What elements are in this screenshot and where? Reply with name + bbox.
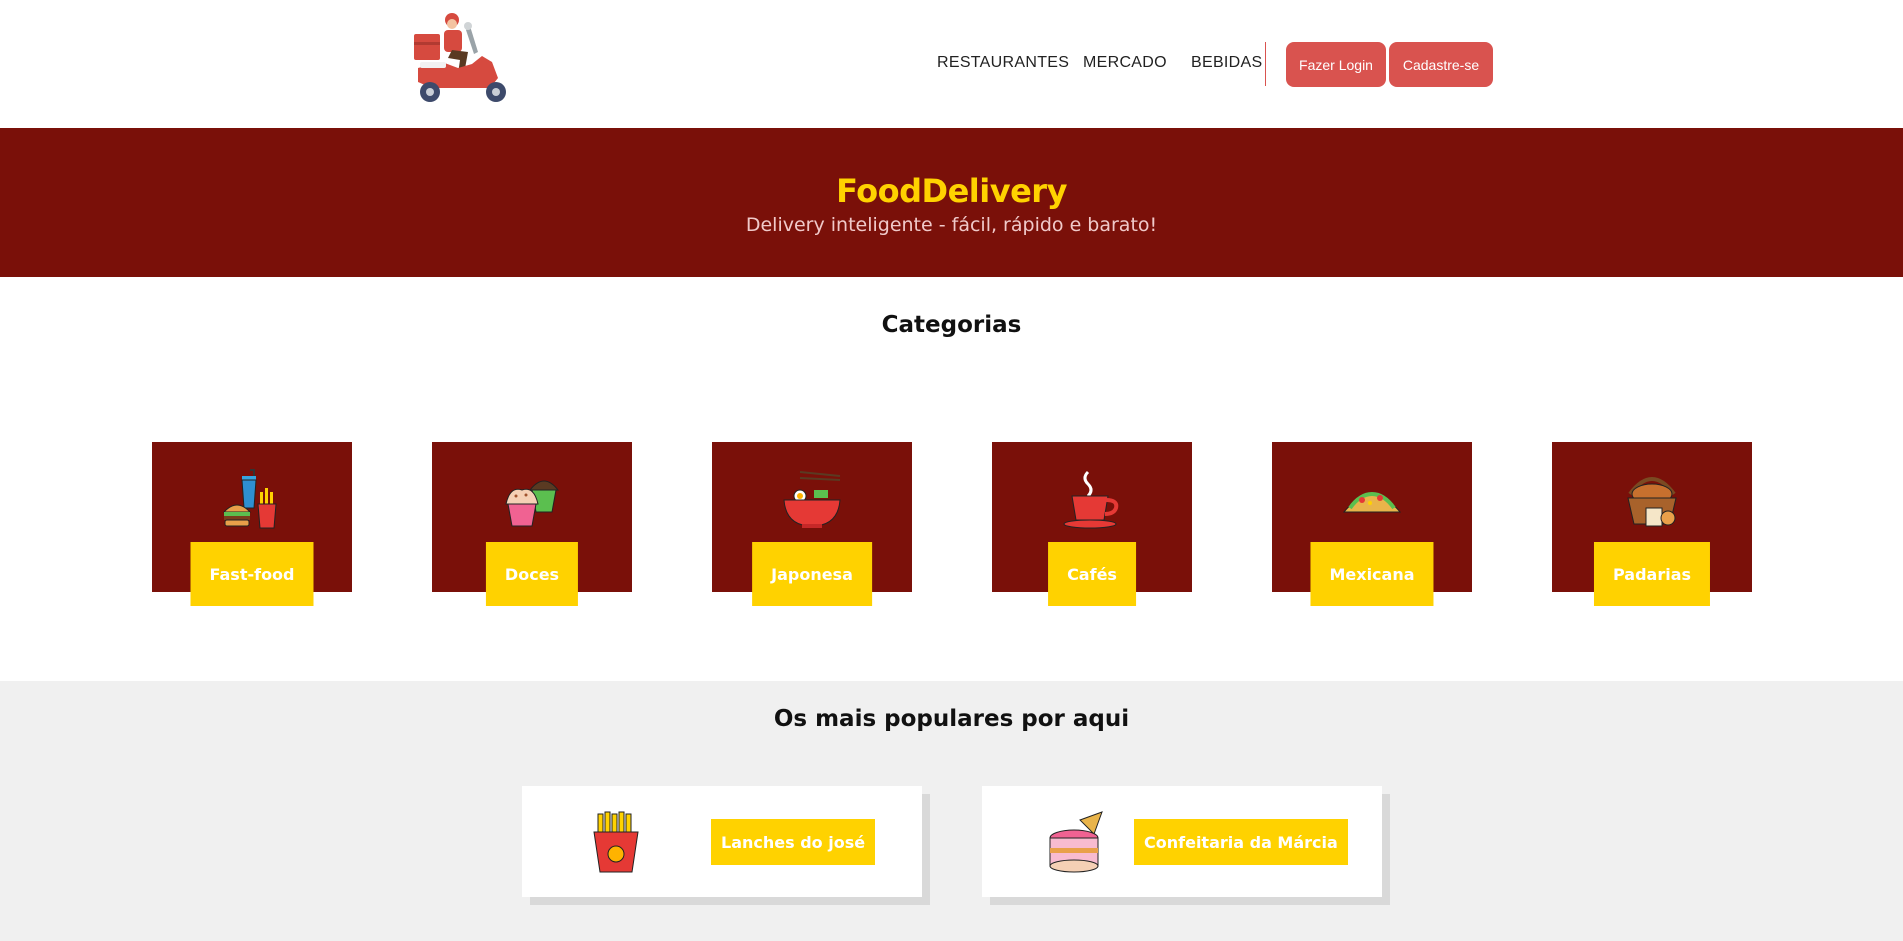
fast-food-icon <box>222 469 277 529</box>
hero-subtitle: Delivery inteligente - fácil, rápido e b… <box>745 214 1158 236</box>
signup-button[interactable]: Cadastre-se <box>1389 42 1493 87</box>
nav-link-mercado[interactable]: MERCADO <box>1083 54 1167 72</box>
login-button[interactable]: Fazer Login <box>1286 42 1386 87</box>
category-card-mexicana[interactable]: Mexicana <box>1272 442 1472 606</box>
coffee-cup-icon <box>1063 470 1119 529</box>
category-card-fast-food[interactable]: Fast-food <box>152 442 352 606</box>
taco-icon <box>1342 491 1402 513</box>
bread-basket-icon <box>1627 477 1677 527</box>
category-label: Cafés <box>1048 542 1136 606</box>
nav-divider <box>1265 42 1266 86</box>
nav-link-restaurantes[interactable]: RESTAURANTES <box>937 54 1069 72</box>
nav-link-bebidas[interactable]: BEBIDAS <box>1191 54 1262 72</box>
site-header: RESTAURANTES MERCADO BEBIDAS Fazer Login… <box>0 0 1903 128</box>
category-card-doces[interactable]: Doces <box>432 442 632 606</box>
popular-title: Os mais populares por aqui <box>773 706 1130 732</box>
popular-card-confeitaria[interactable]: Confeitaria da Márcia <box>982 786 1382 897</box>
category-label: Padarias <box>1593 542 1711 606</box>
popular-label: Confeitaria da Márcia <box>1134 819 1348 865</box>
category-label: Doces <box>485 542 579 606</box>
popular-label: Lanches do josé <box>711 819 876 865</box>
hero-title: FoodDelivery <box>836 172 1067 210</box>
cake-icon <box>1049 811 1103 873</box>
cupcake-icon <box>505 480 560 527</box>
category-card-japonesa[interactable]: Japonesa <box>712 442 912 606</box>
category-card-cafes[interactable]: Cafés <box>992 442 1192 606</box>
main-nav: RESTAURANTES MERCADO BEBIDAS Fazer Login… <box>0 0 1903 128</box>
french-fries-icon <box>593 811 639 873</box>
category-label: Mexicana <box>1310 542 1434 606</box>
category-card-padarias[interactable]: Padarias <box>1552 442 1752 606</box>
popular-card-lanches[interactable]: Lanches do josé <box>522 786 922 897</box>
category-label: Fast-food <box>190 542 314 606</box>
category-label: Japonesa <box>752 542 872 606</box>
hero-banner: FoodDelivery Delivery inteligente - fáci… <box>0 128 1903 277</box>
ramen-bowl-icon <box>783 471 841 528</box>
categories-title: Categorias <box>881 312 1022 338</box>
